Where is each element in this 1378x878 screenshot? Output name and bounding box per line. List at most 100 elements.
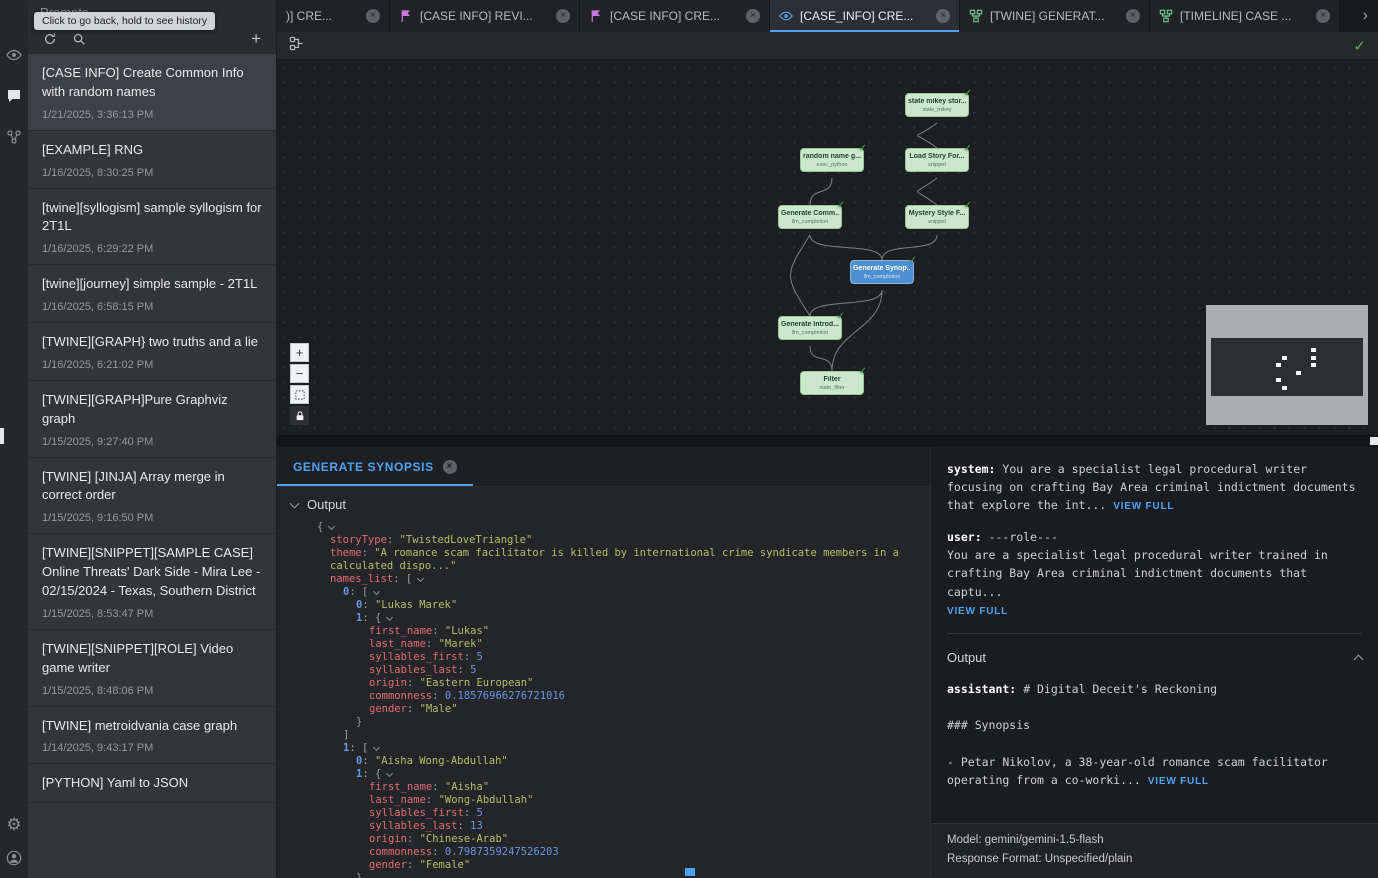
collapse-chevron-icon[interactable] <box>386 614 393 621</box>
tab-close-icon[interactable]: × <box>1126 9 1140 23</box>
prompts-icon[interactable] <box>6 87 23 104</box>
tab-close-icon[interactable]: × <box>936 9 950 23</box>
json-line: last_name: "Wong-Abdullah" <box>317 794 916 807</box>
assistant-output-header[interactable]: Output <box>947 648 1362 669</box>
tab-strip: )] CRE...×[CASE INFO] REVI...×[CASE INFO… <box>277 0 1340 32</box>
horizontal-scrollbar-thumb[interactable] <box>685 868 695 876</box>
prompt-list-item[interactable]: [TWINE][SNIPPET][ROLE] Video game writer… <box>28 630 276 707</box>
system-view-full-link[interactable]: VIEW FULL <box>1113 501 1174 512</box>
json-key: theme <box>330 547 362 559</box>
graph-node[interactable]: Load Story For...snippet✓ <box>905 148 969 172</box>
fit-view-button[interactable] <box>290 385 309 404</box>
prompt-list-item[interactable]: [TWINE][GRAPH} two truths and a lie1/16/… <box>28 323 276 381</box>
output-tab[interactable]: GENERATE SYNOPSIS × <box>277 447 473 486</box>
prompt-list-item[interactable]: [CASE INFO] Create Common Info with rand… <box>28 54 276 131</box>
graph-node[interactable]: Mystery Style F...snippet✓ <box>905 205 969 229</box>
zoom-in-button[interactable]: + <box>290 343 309 362</box>
refresh-icon[interactable] <box>43 32 57 46</box>
collapse-up-chevron-icon <box>1354 655 1364 665</box>
node-success-check-icon: ✓ <box>837 311 845 322</box>
json-value: "Wong-Abdullah" <box>439 794 534 806</box>
sidebar-resize-handle[interactable] <box>0 428 4 444</box>
prompt-list: [CASE INFO] Create Common Info with rand… <box>28 54 276 878</box>
account-icon[interactable] <box>6 849 23 866</box>
graph-node[interactable]: Generate Comm...llm_completion✓ <box>778 205 842 229</box>
node-subtitle: llm_completion <box>781 330 839 336</box>
json-colon: : <box>432 625 445 637</box>
node-subtitle: state_filter <box>803 385 861 391</box>
prompt-list-item[interactable]: [twine][syllogism] sample syllogism for … <box>28 189 276 266</box>
json-colon: : <box>349 586 362 598</box>
json-line: } <box>317 872 916 878</box>
json-line: theme: "A romance scam facilitator is ki… <box>317 547 916 573</box>
workflow-icon[interactable] <box>289 36 304 56</box>
editor-tab[interactable]: [CASE INFO] REVI...× <box>390 0 580 32</box>
json-key: syllables_last <box>369 820 458 832</box>
json-line: first_name: "Lukas" <box>317 625 916 638</box>
minimap-viewport[interactable] <box>1211 338 1363 396</box>
node-success-check-icon: ✓ <box>859 366 867 377</box>
editor-tab[interactable]: )] CRE...× <box>277 0 390 32</box>
collapse-chevron-icon[interactable] <box>417 575 424 582</box>
minimap[interactable] <box>1206 305 1368 425</box>
search-icon[interactable] <box>72 32 86 46</box>
json-value: "Female" <box>420 859 471 871</box>
json-line: { <box>317 521 916 534</box>
tab-close-icon[interactable]: × <box>556 9 570 23</box>
tab-close-icon[interactable]: × <box>746 9 760 23</box>
graph-edge <box>810 235 882 260</box>
editor-tab[interactable]: [TIMELINE] CASE ...× <box>1150 0 1340 32</box>
prompt-list-item[interactable]: [TWINE] [JINJA] Array merge in correct o… <box>28 458 276 535</box>
prompt-title: [TWINE] [JINJA] Array merge in correct o… <box>42 468 262 506</box>
flows-icon[interactable] <box>6 128 23 145</box>
output-tab-close-icon[interactable]: × <box>443 460 457 474</box>
graph-node[interactable]: Filterstate_filter✓ <box>800 371 864 395</box>
graph-node[interactable]: state mikey stor...state_mikey✓ <box>905 93 969 117</box>
tabs-overflow-chevron-icon[interactable]: › <box>1353 0 1378 32</box>
editor-tab[interactable]: [TWINE] GENERAT...× <box>960 0 1150 32</box>
collapse-chevron-icon[interactable] <box>373 744 380 751</box>
zoom-out-button[interactable]: − <box>290 364 309 383</box>
json-colon: : <box>407 859 420 871</box>
prompt-title: [EXAMPLE] RNG <box>42 141 262 160</box>
json-line: commonness: 0.18576966276721016 <box>317 690 916 703</box>
user-view-full-link[interactable]: VIEW FULL <box>947 606 1008 617</box>
prompt-list-item[interactable]: [TWINE][SNIPPET][SAMPLE CASE] Online Thr… <box>28 534 276 630</box>
prompt-list-item[interactable]: [TWINE][GRAPH]Pure Graphviz graph1/15/20… <box>28 381 276 458</box>
json-value: [ <box>406 573 412 585</box>
splitter-handle[interactable] <box>1370 437 1378 445</box>
graph-node[interactable]: random name g...exec_python✓ <box>800 148 864 172</box>
prompt-list-item[interactable]: [twine][journey] simple sample - 2T1L1/1… <box>28 265 276 323</box>
bottom-panel: GENERATE SYNOPSIS × Output {storyType: "… <box>277 447 1378 878</box>
output-section-header[interactable]: Output <box>277 487 930 520</box>
json-value: 5 <box>470 664 476 676</box>
prompts-panel: Prompts Click to go back, hold to see hi… <box>28 0 277 878</box>
collapse-chevron-icon[interactable] <box>373 588 380 595</box>
graph-node[interactable]: Generate Introd...llm_completion✓ <box>778 316 842 340</box>
prompt-list-item[interactable]: [PYTHON] Yaml to JSON <box>28 764 276 803</box>
collapse-chevron-icon[interactable] <box>328 523 335 530</box>
json-value: [ <box>362 742 368 754</box>
response-format-info: Response Format: Unspecified/plain <box>947 850 1362 869</box>
graph-canvas[interactable]: + − state mikey stor...state_mikey✓rando… <box>277 60 1378 435</box>
panel-splitter[interactable] <box>277 435 1378 447</box>
collapse-chevron-icon[interactable] <box>386 770 393 777</box>
view-eye-icon[interactable] <box>6 46 23 63</box>
editor-tab[interactable]: [CASE_INFO] CRE...× <box>770 0 960 32</box>
json-colon: : <box>407 677 420 689</box>
settings-gear-icon[interactable]: ⚙ <box>6 816 23 833</box>
tab-close-icon[interactable]: × <box>1316 9 1330 23</box>
json-value: 0.7987359247526203 <box>445 846 559 858</box>
tab-close-icon[interactable]: × <box>366 9 380 23</box>
tab-bar: )] CRE...×[CASE INFO] REVI...×[CASE INFO… <box>277 0 1378 32</box>
editor-tab[interactable]: [CASE INFO] CRE...× <box>580 0 770 32</box>
add-prompt-button[interactable]: + <box>251 30 261 47</box>
prompt-timestamp: 1/15/2025, 9:16:50 PM <box>42 512 262 524</box>
assistant-view-full-link[interactable]: VIEW FULL <box>1148 776 1209 787</box>
lock-button[interactable] <box>290 406 309 425</box>
prompt-list-item[interactable]: [EXAMPLE] RNG1/16/2025, 8:30:25 PM <box>28 131 276 189</box>
messages-divider <box>947 633 1362 634</box>
prompt-list-item[interactable]: [TWINE] metroidvania case graph1/14/2025… <box>28 707 276 765</box>
graph-node[interactable]: Generate Synop...llm_completion✓ <box>850 260 914 284</box>
output-section-label: Output <box>307 497 346 512</box>
